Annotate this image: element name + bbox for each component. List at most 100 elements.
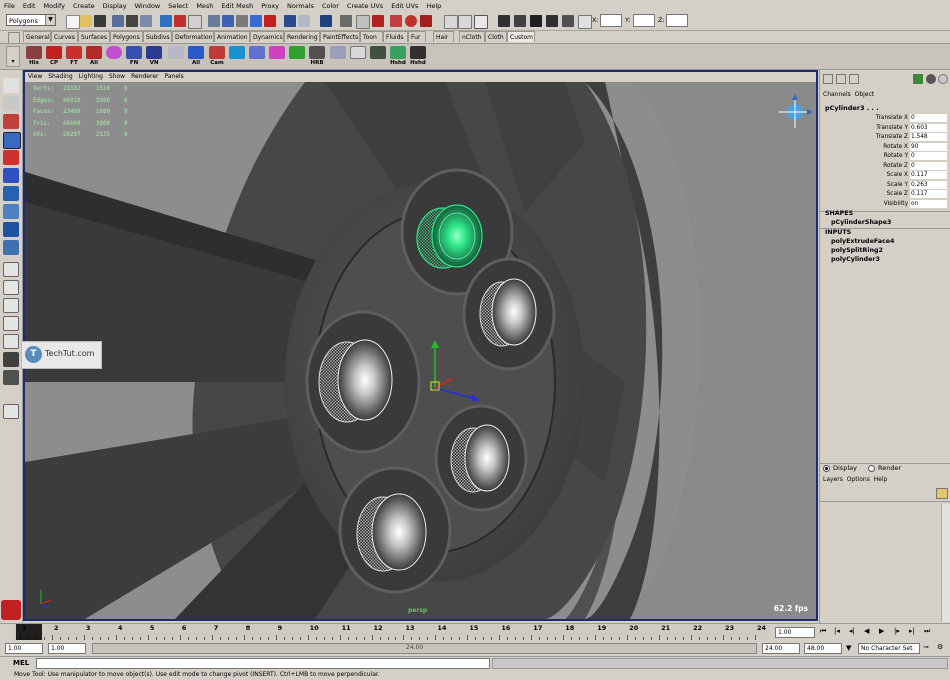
z-field[interactable] xyxy=(666,14,688,27)
snap-view-plane-icon[interactable] xyxy=(250,15,262,27)
menu-normals[interactable]: Normals xyxy=(283,0,318,12)
current-frame-marker[interactable] xyxy=(16,624,42,640)
show-manip-icon[interactable] xyxy=(3,222,19,237)
last-tool-icon[interactable] xyxy=(3,240,19,255)
menu-edit-uvs[interactable]: Edit UVs xyxy=(387,0,422,12)
shelf-btn-shader[interactable]: Hshd xyxy=(389,46,407,67)
four-view-icon[interactable] xyxy=(3,280,19,295)
menu-modify[interactable]: Modify xyxy=(39,0,69,12)
menu-set-select[interactable]: Polygons ▼ xyxy=(6,14,56,26)
tab-fur[interactable]: Fur xyxy=(408,31,426,42)
move-tool-icon[interactable] xyxy=(3,132,21,149)
shelf-btn-smooth[interactable] xyxy=(248,46,266,67)
vp-menu-shading[interactable]: Shading xyxy=(45,72,75,82)
attr-value[interactable]: 0 xyxy=(910,161,947,170)
select-hierarchy-icon[interactable] xyxy=(112,15,124,27)
shelf-btn-fn[interactable]: FN xyxy=(125,46,143,67)
menu-display[interactable]: Display xyxy=(99,0,131,12)
attr-value[interactable]: on xyxy=(910,199,947,208)
character-set-icon[interactable]: ▼ xyxy=(846,644,856,653)
hypershade-layout-icon[interactable] xyxy=(3,352,19,367)
save-scene-icon[interactable] xyxy=(94,15,106,27)
attr-value[interactable]: 90 xyxy=(910,142,947,151)
tab-subdivs[interactable]: Subdivs xyxy=(143,31,172,42)
open-scene-icon[interactable] xyxy=(80,15,92,27)
go-to-end-icon[interactable]: ⏭ xyxy=(924,627,934,637)
attr-translate-x[interactable]: Translate X0 xyxy=(820,114,950,123)
render-layout-icon[interactable] xyxy=(3,370,19,385)
options-icon[interactable] xyxy=(926,74,936,84)
vp-menu-lighting[interactable]: Lighting xyxy=(76,72,106,82)
mask-handles-icon[interactable] xyxy=(160,15,172,27)
shelf-btn-his[interactable]: His xyxy=(25,46,43,67)
attr-tab-icon[interactable] xyxy=(849,74,859,84)
paint-select-icon[interactable] xyxy=(3,114,19,129)
mel-label[interactable]: MEL xyxy=(13,659,29,667)
panel-right-icon[interactable] xyxy=(458,15,472,29)
render-globals-icon[interactable] xyxy=(372,15,384,27)
tab-cloth[interactable]: Cloth xyxy=(485,31,507,42)
rotate-tool-icon[interactable] xyxy=(3,150,19,165)
layer-menu-options[interactable]: Options xyxy=(847,476,870,483)
vp-menu-view[interactable]: View xyxy=(25,72,45,82)
tab-curves[interactable]: Curves xyxy=(51,31,78,42)
select-object-icon[interactable] xyxy=(126,15,138,27)
lasso-icon[interactable] xyxy=(3,96,19,111)
cb-menu-object[interactable]: Object xyxy=(855,91,875,98)
step-forward-frame-icon[interactable]: |▸ xyxy=(894,627,904,637)
ipr-render-icon[interactable] xyxy=(356,15,370,29)
tab-rendering[interactable]: Rendering xyxy=(284,31,320,42)
tab-toon[interactable]: Toon xyxy=(360,31,383,42)
input-output-icon[interactable] xyxy=(298,15,310,27)
perspective-viewport[interactable]: View Shading Lighting Show Renderer Panels xyxy=(23,70,818,621)
tab-hair[interactable]: Hair xyxy=(433,31,454,42)
snap-curve-icon[interactable] xyxy=(222,15,234,27)
playback-end-field[interactable]: 24.00 xyxy=(762,643,800,654)
scale-tool-icon[interactable] xyxy=(3,168,19,183)
tool-settings-icon[interactable] xyxy=(514,15,526,27)
anim-prefs-icon[interactable]: ⚙ xyxy=(937,643,947,653)
playback-range-slider[interactable]: 24.00 xyxy=(92,643,757,654)
input-node[interactable]: polyCylinder3 xyxy=(831,256,880,263)
vp-menu-panels[interactable]: Panels xyxy=(161,72,186,82)
attr-rotate-z[interactable]: Rotate Z0 xyxy=(820,161,950,171)
history-icon[interactable] xyxy=(284,15,296,27)
menu-create[interactable]: Create xyxy=(69,0,99,12)
menu-color[interactable]: Color xyxy=(318,0,343,12)
shelf-btn-hshd[interactable]: Hshd xyxy=(409,46,427,67)
current-time-field[interactable]: 1.00 xyxy=(775,627,815,638)
layer-tab-icon[interactable] xyxy=(836,74,846,84)
character-set-field[interactable]: No Character Set xyxy=(858,643,920,654)
x-field[interactable] xyxy=(600,14,622,27)
mel-input[interactable] xyxy=(36,658,490,669)
attr-rotate-y[interactable]: Rotate Y0 xyxy=(820,152,950,161)
shelf-btn-arrow[interactable] xyxy=(167,46,185,67)
menu-edit-mesh[interactable]: Edit Mesh xyxy=(217,0,257,12)
play-backwards-icon[interactable]: ◀ xyxy=(864,627,874,637)
single-view-icon[interactable] xyxy=(3,262,19,277)
attr-value[interactable]: 0.117 xyxy=(910,171,947,179)
menu-create-uvs[interactable]: Create UVs xyxy=(343,0,387,12)
vp-menu-renderer[interactable]: Renderer xyxy=(128,72,161,82)
make-live-icon[interactable] xyxy=(264,15,276,27)
universal-manip-icon[interactable] xyxy=(3,186,19,201)
range-slider-handle[interactable]: 24.00 xyxy=(93,644,756,653)
shelf-btn-all-cam[interactable]: All xyxy=(187,46,205,67)
persp-outliner-icon[interactable] xyxy=(3,316,19,331)
time-slider[interactable]: 123456789101112131415161718192021222324 … xyxy=(0,623,950,641)
attr-scale-z[interactable]: Scale Z 0.117 xyxy=(820,190,950,199)
end-time-field[interactable]: 48.00 xyxy=(804,643,842,654)
select-arrow-icon[interactable] xyxy=(3,78,19,93)
attr-value[interactable]: 0.603 xyxy=(910,123,947,132)
render-frame-icon[interactable] xyxy=(340,15,352,27)
shelf-btn-x[interactable] xyxy=(329,46,347,67)
render-radio[interactable] xyxy=(868,465,875,472)
two-view-icon[interactable] xyxy=(3,298,19,313)
channel-box-icon[interactable] xyxy=(530,15,542,27)
shelf-btn-combine[interactable] xyxy=(268,46,286,67)
hypershade-icon[interactable] xyxy=(390,15,402,27)
y-field[interactable] xyxy=(633,14,655,27)
layer-scrollbar[interactable] xyxy=(941,504,950,622)
shelf-btn-all[interactable]: All xyxy=(85,46,103,67)
shelf-btn-ft[interactable]: FT xyxy=(65,46,83,67)
